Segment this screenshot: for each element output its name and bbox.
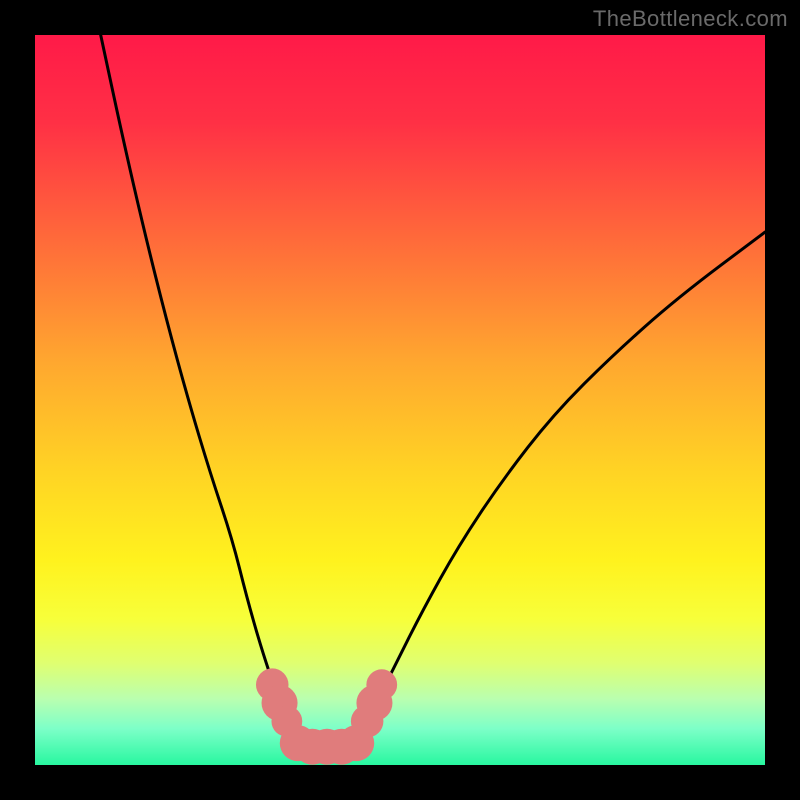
bottleneck-curve <box>35 35 765 765</box>
chart-frame: TheBottleneck.com <box>0 0 800 800</box>
watermark-text: TheBottleneck.com <box>593 6 788 32</box>
valley-marker <box>366 669 397 700</box>
curve-left-branch <box>101 35 298 743</box>
plot-area <box>35 35 765 765</box>
curve-right-branch <box>356 232 765 743</box>
